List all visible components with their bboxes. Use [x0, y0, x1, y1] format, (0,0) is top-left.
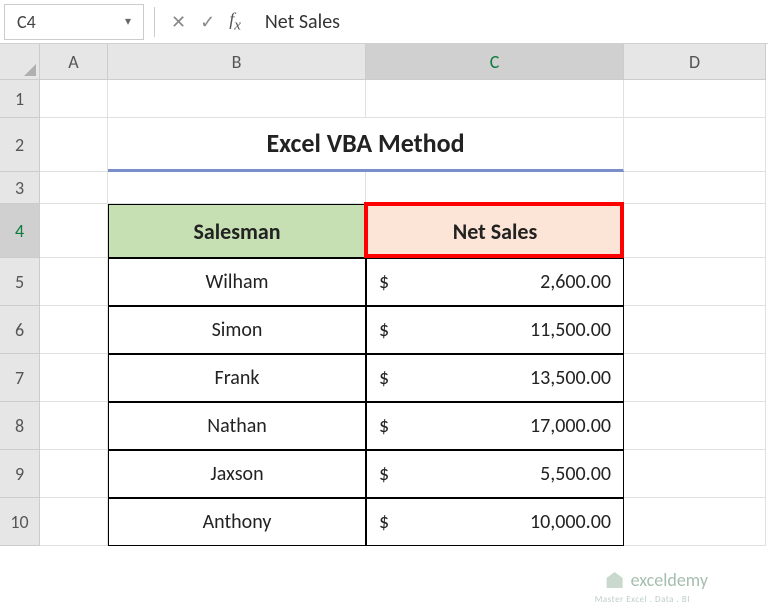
cell[interactable] [40, 450, 108, 498]
grid-row: Simon$11,500.00 [40, 306, 768, 354]
formula-value: Net Sales [265, 10, 340, 34]
cell[interactable] [40, 80, 108, 118]
watermark-text: exceldemy [631, 569, 708, 591]
salesman-cell[interactable]: Anthony [108, 498, 366, 546]
netsales-cell[interactable]: $17,000.00 [366, 402, 624, 450]
formula-input[interactable]: Net Sales [251, 4, 768, 40]
accept-icon[interactable]: ✓ [200, 11, 215, 33]
sales-value: 11,500.00 [530, 318, 611, 342]
header-netsales[interactable]: Net Sales [366, 204, 624, 258]
row-header-2[interactable]: 2 [0, 118, 40, 172]
cell[interactable] [40, 354, 108, 402]
salesman-cell[interactable]: Wilham [108, 258, 366, 306]
logo-icon [605, 570, 625, 590]
cell[interactable] [40, 204, 108, 258]
row-header-9[interactable]: 9 [0, 450, 40, 498]
column-header-A[interactable]: A [40, 44, 108, 80]
currency-symbol: $ [379, 414, 389, 438]
cancel-icon[interactable]: ✕ [171, 11, 186, 33]
row-header-3[interactable]: 3 [0, 172, 40, 204]
sales-value: 17,000.00 [530, 414, 611, 438]
cell[interactable] [624, 402, 766, 450]
grid-row: Excel VBA Method [40, 118, 768, 172]
chevron-down-icon[interactable]: ▾ [125, 14, 131, 29]
row-headers: 12345678910 [0, 80, 40, 546]
column-header-C[interactable]: C [366, 44, 624, 80]
name-box[interactable]: C4 ▾ [4, 4, 144, 40]
name-box-value: C4 [17, 11, 36, 33]
title-cell[interactable]: Excel VBA Method [108, 118, 624, 172]
column-header-D[interactable]: D [624, 44, 766, 80]
salesman-cell[interactable]: Simon [108, 306, 366, 354]
cell[interactable] [40, 258, 108, 306]
row-header-8[interactable]: 8 [0, 402, 40, 450]
cell[interactable] [40, 498, 108, 546]
cell[interactable] [40, 402, 108, 450]
divider [154, 7, 155, 37]
cell[interactable] [108, 172, 366, 204]
select-all-corner[interactable] [0, 44, 40, 80]
currency-symbol: $ [379, 462, 389, 486]
netsales-cell[interactable]: $5,500.00 [366, 450, 624, 498]
row-header-1[interactable]: 1 [0, 80, 40, 118]
formula-bar: C4 ▾ ✕ ✓ fx Net Sales [0, 0, 768, 44]
grid-row: SalesmanNet Sales [40, 204, 768, 258]
sales-value: 13,500.00 [530, 366, 611, 390]
grid-body[interactable]: Excel VBA MethodSalesmanNet SalesWilham$… [40, 80, 768, 546]
formula-bar-controls: ✕ ✓ fx [171, 9, 241, 35]
column-header-B[interactable]: B [108, 44, 366, 80]
netsales-cell[interactable]: $2,600.00 [366, 258, 624, 306]
column-headers: ABCD [40, 44, 768, 80]
netsales-cell[interactable]: $11,500.00 [366, 306, 624, 354]
sheet: 12345678910 ABCD Excel VBA Method Salesma… [0, 44, 768, 609]
netsales-cell[interactable]: $13,500.00 [366, 354, 624, 402]
cell[interactable] [40, 118, 108, 172]
grid-row: Frank$13,500.00 [40, 354, 768, 402]
grid-row: Anthony$10,000.00 [40, 498, 768, 546]
cell[interactable] [624, 498, 766, 546]
cell[interactable] [624, 80, 766, 118]
currency-symbol: $ [379, 510, 389, 534]
fx-icon[interactable]: fx [229, 9, 241, 35]
header-salesman[interactable]: Salesman [108, 204, 366, 258]
grid-right: ABCD Excel VBA Method SalesmanNet SalesWi… [40, 44, 768, 609]
currency-symbol: $ [379, 366, 389, 390]
sales-value: 5,500.00 [540, 462, 611, 486]
cell[interactable] [40, 306, 108, 354]
netsales-cell[interactable]: $10,000.00 [366, 498, 624, 546]
cell[interactable] [624, 306, 766, 354]
cell[interactable] [624, 118, 766, 172]
grid-row [40, 172, 768, 204]
grid-row: Jaxson$5,500.00 [40, 450, 768, 498]
grid-row: Nathan$17,000.00 [40, 402, 768, 450]
row-header-7[interactable]: 7 [0, 354, 40, 402]
left-column: 12345678910 [0, 44, 40, 609]
sales-value: 2,600.00 [540, 270, 611, 294]
row-header-5[interactable]: 5 [0, 258, 40, 306]
currency-symbol: $ [379, 318, 389, 342]
grid-row [40, 80, 768, 118]
grid-row: Wilham$2,600.00 [40, 258, 768, 306]
cell[interactable] [624, 450, 766, 498]
salesman-cell[interactable]: Frank [108, 354, 366, 402]
sales-value: 10,000.00 [530, 510, 611, 534]
salesman-cell[interactable]: Nathan [108, 402, 366, 450]
cell[interactable] [108, 80, 366, 118]
cell[interactable] [624, 204, 766, 258]
row-header-10[interactable]: 10 [0, 498, 40, 546]
watermark-sub: Master Excel . Data . BI [595, 594, 690, 605]
cell[interactable] [624, 172, 766, 204]
row-header-4[interactable]: 4 [0, 204, 40, 258]
cell[interactable] [624, 354, 766, 402]
watermark: exceldemy [605, 569, 708, 591]
cell[interactable] [366, 172, 624, 204]
salesman-cell[interactable]: Jaxson [108, 450, 366, 498]
cell[interactable] [40, 172, 108, 204]
cell[interactable] [624, 258, 766, 306]
cell[interactable] [366, 80, 624, 118]
currency-symbol: $ [379, 270, 389, 294]
row-header-6[interactable]: 6 [0, 306, 40, 354]
